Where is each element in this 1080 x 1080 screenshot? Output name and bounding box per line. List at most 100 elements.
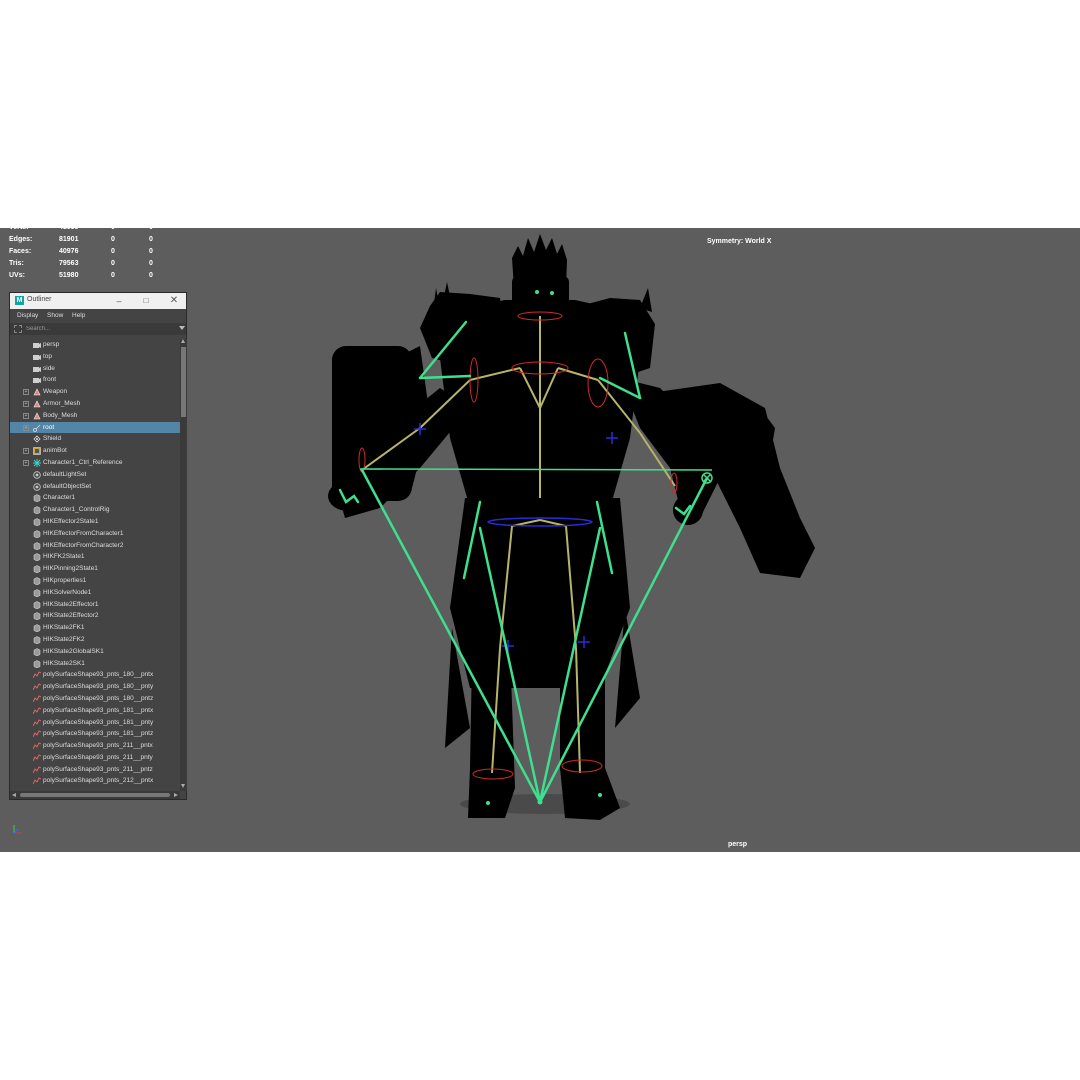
outliner-item[interactable]: HIKState2SK1 xyxy=(10,658,180,670)
outliner-item[interactable]: + Weapon xyxy=(10,386,180,398)
outliner-item[interactable]: HIKState2Effector1 xyxy=(10,599,180,611)
hud-stat-v1: 41039 xyxy=(59,228,78,231)
outliner-item[interactable]: HIKEffectorFromCharacter1 xyxy=(10,528,180,540)
hud-stat-v2: 0 xyxy=(111,236,115,243)
anim-curve-icon xyxy=(32,777,42,785)
hud-stat-v2: 0 xyxy=(111,228,115,231)
outliner-item-label: HIKState2FK1 xyxy=(43,624,85,632)
chevron-down-icon[interactable] xyxy=(179,326,185,330)
outliner-item-label: Character1_ControlRig xyxy=(43,506,110,514)
outliner-item[interactable]: defaultLightSet xyxy=(10,469,180,481)
scroll-right-icon[interactable] xyxy=(174,792,178,797)
menu-help[interactable]: Help xyxy=(72,312,85,319)
outliner-item[interactable]: HIKState2Effector2 xyxy=(10,610,180,622)
hud-stat-v1: 79563 xyxy=(59,260,79,267)
outliner-item-label: HIKproperties1 xyxy=(43,576,87,584)
outliner-item[interactable]: HIKFK2State1 xyxy=(10,551,180,563)
outliner-item[interactable]: polySurfaceShape93_pnts_180__pnty xyxy=(10,681,180,693)
outliner-item-label: Character1_Ctrl_Reference xyxy=(43,458,123,466)
outliner-list[interactable]: persp top side front + Weapon + Armor_Mesh + Body… xyxy=(10,339,180,789)
outliner-item[interactable]: Character1_ControlRig xyxy=(10,504,180,516)
outliner-item[interactable]: polySurfaceShape93_pnts_180__pntx xyxy=(10,669,180,681)
expand-icon[interactable]: + xyxy=(23,389,29,396)
vertical-scrollbar[interactable] xyxy=(180,339,187,791)
outliner-item[interactable]: polySurfaceShape93_pnts_211__pntx xyxy=(10,740,180,752)
scroll-down-icon[interactable] xyxy=(181,784,185,788)
outliner-item[interactable]: HIKPinning2State1 xyxy=(10,563,180,575)
outliner-item[interactable]: front xyxy=(10,374,180,386)
node-icon xyxy=(33,624,41,633)
outliner-item[interactable]: persp xyxy=(10,339,180,351)
menu-show[interactable]: Show xyxy=(47,312,63,319)
outliner-item[interactable]: side xyxy=(10,363,180,375)
hud-stat-label: Edges: xyxy=(9,236,33,243)
maximize-button[interactable]: □ xyxy=(137,294,155,308)
anim-curve-icon xyxy=(32,742,42,750)
group-icon xyxy=(33,447,41,455)
outliner-item-label: polySurfaceShape93_pnts_181__pntx xyxy=(43,706,154,714)
outliner-item[interactable]: polySurfaceShape93_pnts_181__pntx xyxy=(10,705,180,717)
outliner-item[interactable]: defaultObjectSet xyxy=(10,481,180,493)
minimize-button[interactable]: – xyxy=(110,294,128,308)
outliner-item[interactable]: HIKSolverNode1 xyxy=(10,587,180,599)
outliner-titlebar[interactable]: M Outliner – □ ✕ xyxy=(10,293,186,309)
node-icon xyxy=(33,612,41,621)
hud-stat-row: Edges: 81901 0 0 xyxy=(9,236,179,248)
horizontal-scroll-thumb[interactable] xyxy=(20,793,170,797)
outliner-item[interactable]: polySurfaceShape93_pnts_211__pnty xyxy=(10,752,180,764)
outliner-item[interactable]: HIKEffectorFromCharacter2 xyxy=(10,540,180,552)
outliner-item[interactable]: + Character1_Ctrl_Reference xyxy=(10,457,180,469)
outliner-item[interactable]: HIKEffector2State1 xyxy=(10,516,180,528)
outliner-item-label: polySurfaceShape93_pnts_211__pnty xyxy=(43,753,153,761)
outliner-item[interactable]: HIKState2GlobalSK1 xyxy=(10,646,180,658)
outliner-item-label: HIKSolverNode1 xyxy=(43,588,92,596)
outliner-item[interactable]: + root xyxy=(10,421,180,434)
horizontal-scrollbar[interactable] xyxy=(10,791,180,799)
outliner-item-label: HIKState2Effector1 xyxy=(43,600,99,608)
outliner-item-label: HIKEffectorFromCharacter2 xyxy=(43,541,124,549)
mesh-icon xyxy=(33,400,41,408)
outliner-item[interactable]: Character1 xyxy=(10,492,180,504)
filter-icon[interactable] xyxy=(14,325,22,333)
expand-icon[interactable]: + xyxy=(23,459,29,466)
outliner-item[interactable]: top xyxy=(10,351,180,363)
menu-display[interactable]: Display xyxy=(17,312,38,319)
anim-curve-icon xyxy=(32,695,42,703)
expand-icon[interactable]: + xyxy=(23,448,29,455)
outliner-item[interactable]: polySurfaceShape93_pnts_180__pntz xyxy=(10,693,180,705)
expand-icon[interactable]: + xyxy=(23,424,29,431)
scroll-left-icon[interactable] xyxy=(12,792,16,797)
outliner-item-label: polySurfaceShape93_pnts_181__pnty xyxy=(43,718,154,726)
scroll-up-icon[interactable] xyxy=(181,339,185,343)
outliner-item-label: HIKState2FK2 xyxy=(43,635,85,643)
vertical-scroll-thumb[interactable] xyxy=(181,347,186,417)
outliner-item[interactable]: + Body_Mesh xyxy=(10,410,180,422)
search-input[interactable] xyxy=(26,324,176,334)
outliner-item[interactable]: + Armor_Mesh xyxy=(10,398,180,410)
outliner-item[interactable]: HIKproperties1 xyxy=(10,575,180,587)
outliner-item-label: polySurfaceShape93_pnts_181__pntz xyxy=(43,730,154,738)
outliner-item[interactable]: + animBot xyxy=(10,445,180,457)
outliner-item[interactable]: HIKState2FK1 xyxy=(10,622,180,634)
outliner-item[interactable]: HIKState2FK2 xyxy=(10,634,180,646)
outliner-item[interactable]: Shield xyxy=(10,433,180,445)
outliner-menubar: Display Show Help xyxy=(10,309,186,323)
outliner-title: Outliner xyxy=(27,296,52,303)
hud-stat-v1: 51980 xyxy=(59,272,79,279)
expand-icon[interactable]: + xyxy=(23,412,29,419)
outliner-item-label: Body_Mesh xyxy=(43,411,78,419)
outliner-item[interactable]: polySurfaceShape93_pnts_211__pntz xyxy=(10,764,180,776)
maya-logo-icon: M xyxy=(15,296,24,305)
hud-stat-label: UVs: xyxy=(9,272,25,279)
anim-curve-icon xyxy=(32,671,42,679)
viewport-persp[interactable]: Verts:4103900Edges:8190100Faces:4097600T… xyxy=(0,228,1080,852)
outliner-item[interactable]: polySurfaceShape93_pnts_181__pnty xyxy=(10,717,180,729)
outliner-item[interactable]: polySurfaceShape93_pnts_212__pntx xyxy=(10,775,180,787)
character-silhouette[interactable] xyxy=(328,234,815,820)
hud-stat-label: Tris: xyxy=(9,260,24,267)
close-button[interactable]: ✕ xyxy=(165,294,183,308)
hud-stat-row: Faces: 40976 0 0 xyxy=(9,248,179,260)
expand-icon[interactable]: + xyxy=(23,400,29,407)
outliner-item[interactable]: polySurfaceShape93_pnts_181__pntz xyxy=(10,728,180,740)
outliner-window[interactable]: M Outliner – □ ✕ Display Show Help persp… xyxy=(9,292,187,800)
